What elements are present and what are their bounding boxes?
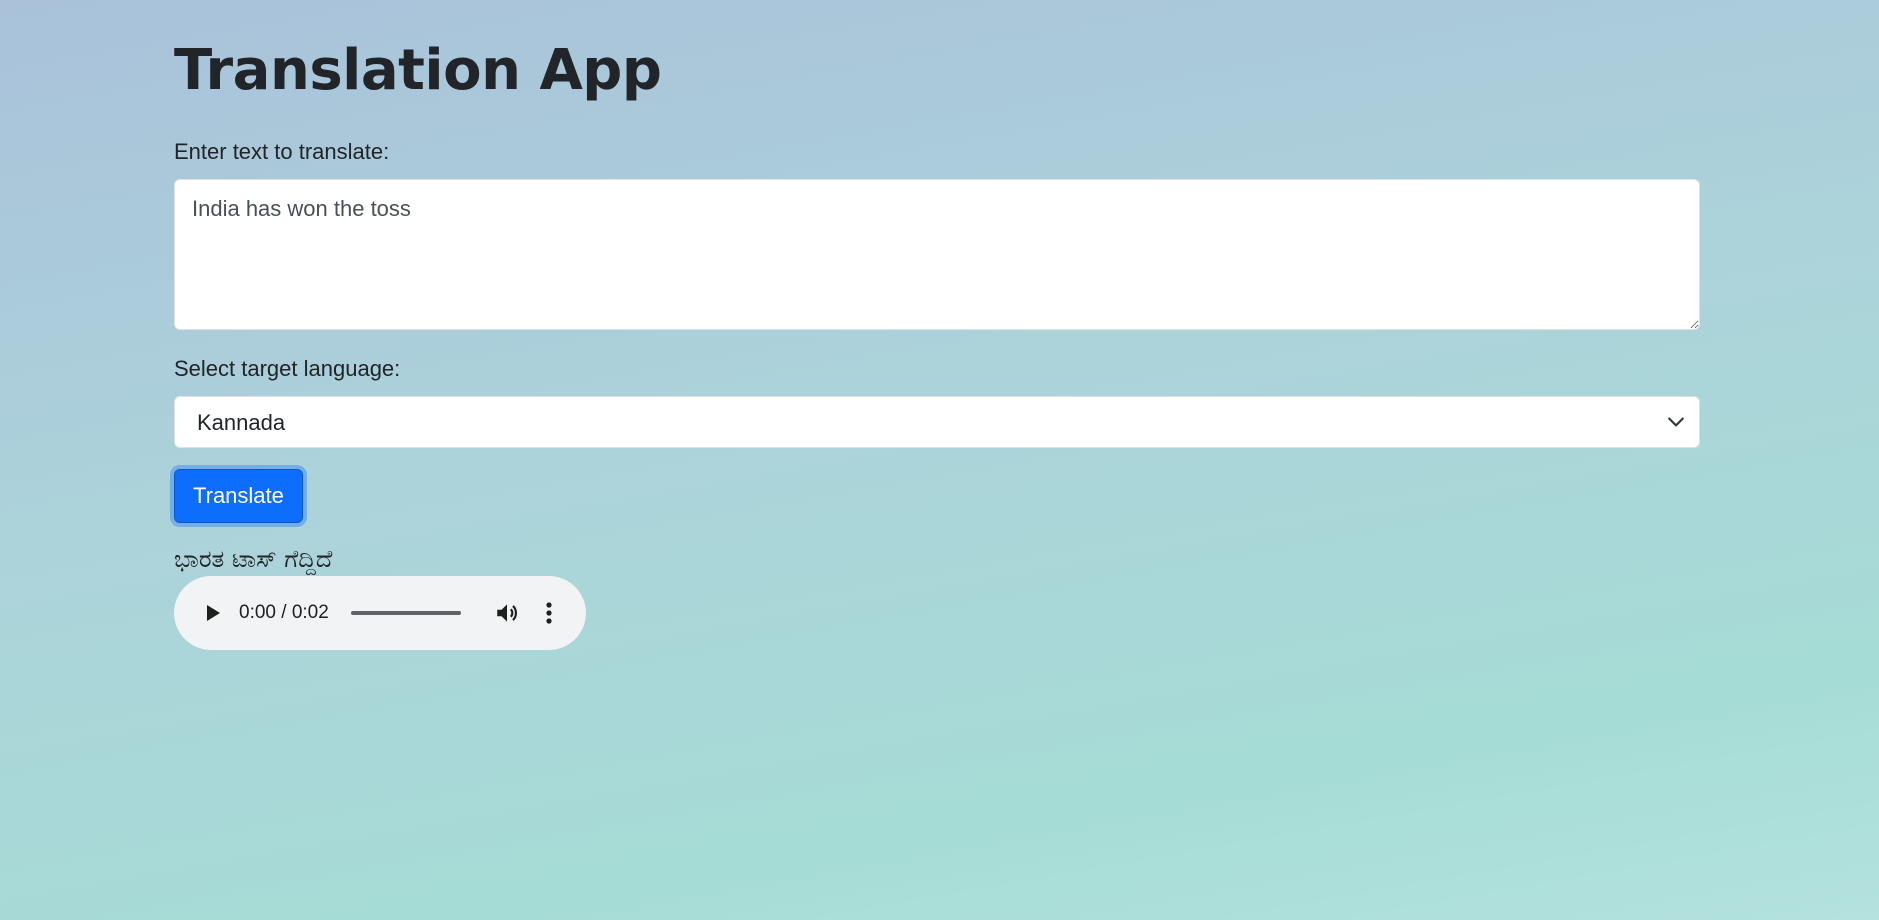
page-title: Translation App [174,38,662,103]
chevron-down-icon [1668,417,1684,427]
language-select[interactable]: Kannada [174,396,1700,448]
audio-player[interactable]: 0:00 / 0:02 [174,576,586,650]
volume-icon[interactable] [494,600,520,626]
audio-time-display: 0:00 / 0:02 [239,602,329,623]
translate-button[interactable]: Translate [174,469,303,523]
more-options-icon[interactable] [539,600,559,626]
translated-text: ಭಾರತ ಟಾಸ್ ಗೆದ್ದಿದೆ [174,545,333,573]
audio-progress-slider[interactable] [351,611,461,615]
text-input-label: Enter text to translate: [174,139,390,164]
language-select-label: Select target language: [174,356,401,381]
text-input[interactable]: India has won the toss [174,179,1700,330]
language-select-value: Kannada [197,410,286,435]
play-icon[interactable] [200,601,224,625]
